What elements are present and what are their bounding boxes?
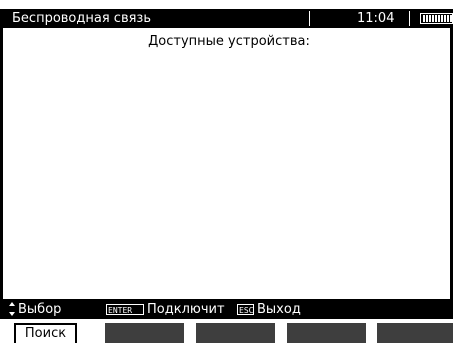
softkey-bar: Поиск: [0, 319, 453, 343]
key-hint-bar: Выбор ENTER Подключит ESC Выход: [0, 299, 453, 319]
softkey-4[interactable]: [287, 323, 366, 343]
search-softkey[interactable]: Поиск: [14, 323, 77, 343]
esc-key-icon: ESC: [237, 304, 254, 315]
status-divider: [409, 11, 410, 26]
softkey-2[interactable]: [105, 323, 184, 343]
device-screen: Беспроводная связь 11:04 Доступные устро…: [0, 0, 453, 343]
enter-key-icon: ENTER: [106, 304, 144, 315]
softkey-5[interactable]: [377, 323, 453, 343]
status-bar: Беспроводная связь 11:04: [0, 9, 453, 28]
select-hint: Выбор: [18, 302, 62, 317]
softkey-3[interactable]: [196, 323, 275, 343]
available-devices-heading: Доступные устройства:: [148, 34, 310, 49]
battery-full-icon: [420, 13, 453, 24]
clock: 11:04: [357, 11, 395, 26]
screen-title: Беспроводная связь: [12, 11, 151, 26]
up-down-arrows-icon: [9, 302, 15, 316]
connect-hint: Подключит: [147, 302, 225, 317]
device-list-panel[interactable]: Доступные устройства:: [0, 28, 453, 299]
status-divider: [309, 11, 310, 26]
exit-hint: Выход: [257, 302, 301, 317]
